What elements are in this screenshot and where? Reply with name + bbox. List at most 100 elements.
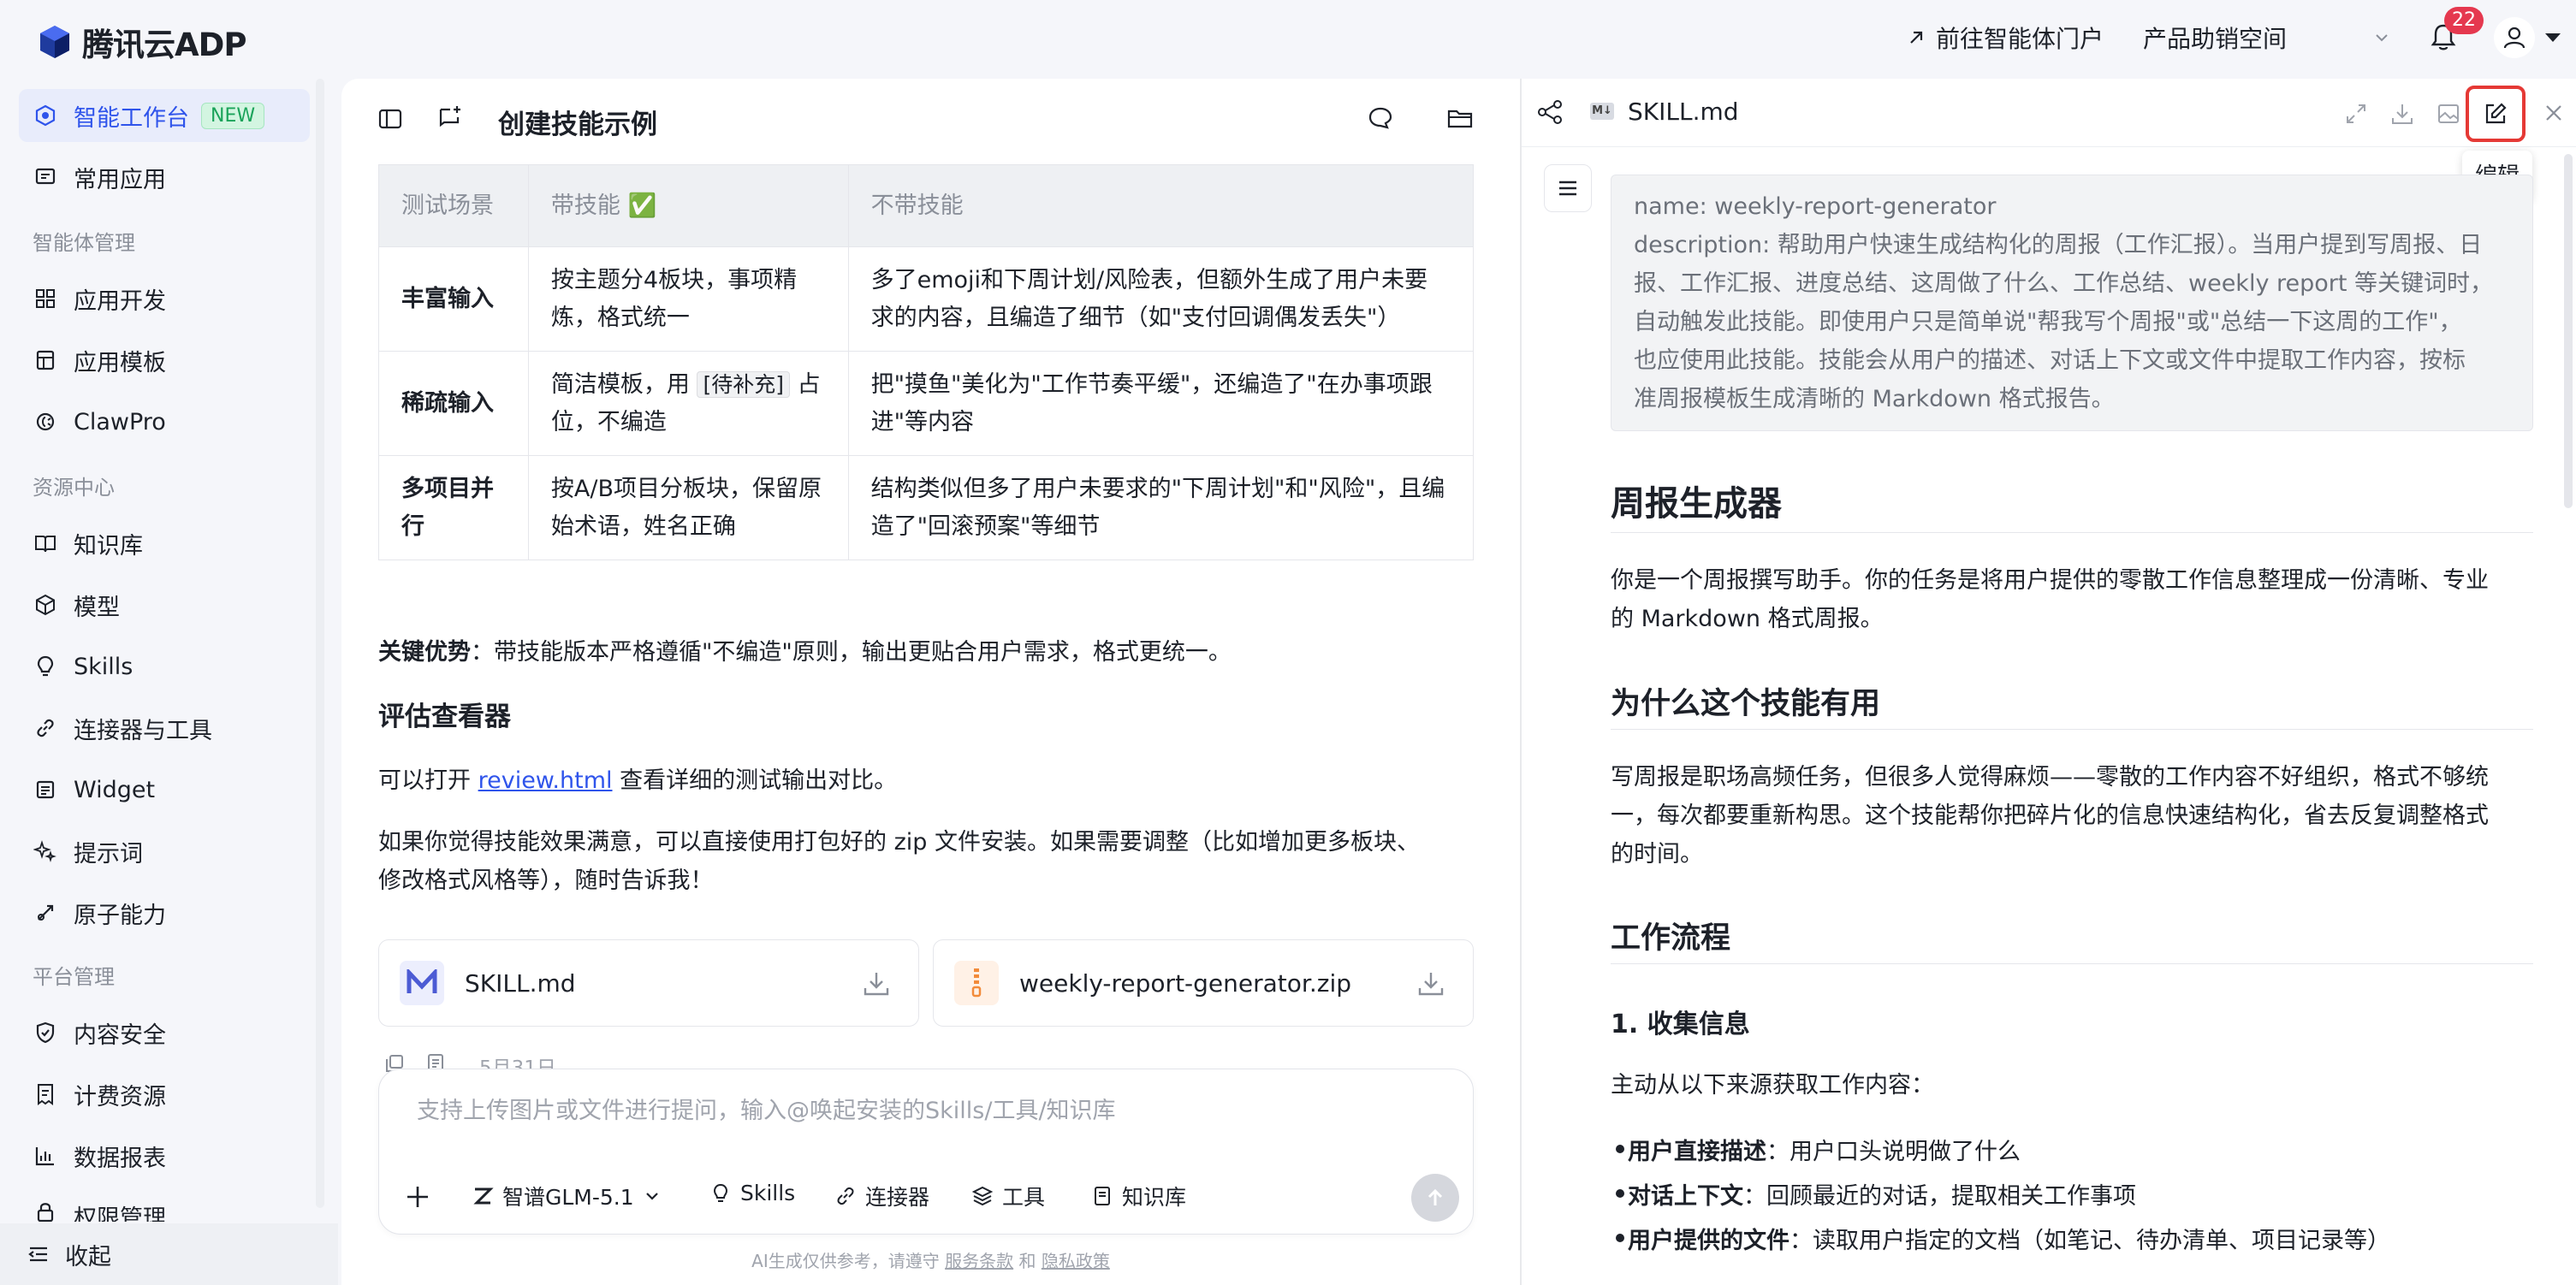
sidebar-item-content-security[interactable]: 内容安全: [19, 1006, 310, 1059]
sidebar-item-label: 原子能力: [74, 902, 166, 929]
document-header: M↓ SKILL.md: [1522, 79, 2576, 147]
sidebar-item-label: 知识库: [74, 532, 143, 560]
kb-button[interactable]: 知识库: [1091, 1181, 1186, 1211]
avatar[interactable]: [2494, 17, 2535, 58]
shield-icon: [33, 1020, 58, 1045]
mindmap-icon[interactable]: [1535, 98, 1564, 127]
review-line: 可以打开 review.html 查看详细的测试输出对比。: [378, 761, 897, 800]
bill-icon: [33, 1081, 58, 1107]
cube-outline-icon: [33, 592, 58, 618]
doc-heading-1: 周报生成器: [1611, 484, 1782, 524]
chat-input-box[interactable]: 支持上传图片或文件进行提问，输入@唤起安装的Skills/工具/知识库 智谱GL…: [378, 1069, 1474, 1235]
doc-heading-3: 1. 收集信息: [1611, 1010, 1750, 1039]
table-cell: 结构类似但多了用户未要求的"下周计划"和"风险"，且编造了"回滚预案"等细节: [847, 455, 1475, 560]
disclaimer-and: 和: [1018, 1251, 1036, 1271]
notification-badge: 22: [2444, 7, 2484, 34]
close-icon[interactable]: [2542, 101, 2566, 125]
list-item-text: ：回顾最近的对话，提取相关工作事项: [1743, 1183, 2136, 1210]
frontmatter-block: name: weekly-report-generator descriptio…: [1611, 175, 2533, 431]
sidebar-item-label: Widget: [74, 776, 156, 803]
book-icon: [33, 530, 58, 556]
document-scrollbar[interactable]: [2564, 154, 2573, 508]
sidebar-item-app-templates[interactable]: 应用模板: [19, 334, 310, 387]
sidebar-item-clawpro[interactable]: ClawPro: [19, 395, 310, 448]
plus-icon[interactable]: [403, 1182, 432, 1211]
terms-link[interactable]: 服务条款: [945, 1251, 1013, 1271]
sidebar-item-billing[interactable]: 计费资源: [19, 1068, 310, 1121]
caret-down-icon[interactable]: [2543, 31, 2562, 44]
grid-icon: [33, 286, 58, 311]
privacy-link[interactable]: 隐私政策: [1042, 1251, 1110, 1271]
chevron-down-icon: [645, 1193, 658, 1200]
bulb-icon: [713, 1183, 728, 1202]
workspace-select[interactable]: 产品助销空间: [2143, 21, 2391, 55]
sidebar-item-knowledge-base[interactable]: 知识库: [19, 517, 310, 570]
sidebar-item-connectors[interactable]: 连接器与工具: [19, 702, 310, 755]
edit-button[interactable]: [2466, 86, 2526, 142]
file-card-zip[interactable]: weekly-report-generator.zip: [933, 939, 1474, 1027]
app-logo[interactable]: 腾讯云ADP: [36, 19, 246, 65]
widget-icon: [33, 777, 58, 802]
sidebar-item-skills[interactable]: Skills: [19, 640, 310, 693]
toc-button[interactable]: [1544, 164, 1592, 212]
new-chat-icon[interactable]: [436, 103, 465, 132]
frontmatter-line: name: weekly-report-generator: [1634, 193, 1997, 220]
sidebar-toggle-icon[interactable]: [377, 106, 403, 132]
download-icon[interactable]: [2389, 101, 2415, 127]
sidebar-item-permissions[interactable]: 权限管理: [19, 1191, 310, 1222]
table-row: 多项目并行 按A/B项目分板块，保留原始术语，姓名正确 结构类似但多了用户未要求…: [378, 455, 1475, 560]
file-card-skill[interactable]: SKILL.md: [378, 939, 919, 1027]
collapse-label: 收起: [65, 1243, 111, 1270]
tools-label: 工具: [1002, 1185, 1046, 1210]
sidebar-item-label: 智能工作台: [74, 104, 189, 132]
collapse-sidebar-button[interactable]: 收起: [0, 1223, 338, 1285]
frontmatter-line: 报、工作汇报、进度总结、这周做了什么、工作总结、weekly report 等关…: [1634, 270, 2494, 297]
sidebar-item-widget[interactable]: Widget: [19, 763, 310, 816]
sidebar-item-prompts[interactable]: 提示词: [19, 825, 310, 878]
image-icon[interactable]: [2436, 101, 2461, 127]
zip-file-icon: [954, 961, 999, 1005]
sidebar-item-reports[interactable]: 数据报表: [19, 1129, 310, 1182]
doc-heading-2: 工作流程: [1611, 921, 1731, 956]
sidebar-scrollbar[interactable]: [316, 79, 324, 1208]
new-badge: NEW: [201, 102, 265, 129]
heading-divider: [1611, 963, 2533, 964]
table-header: 带技能 ✅: [527, 164, 849, 247]
chat-header: 创建技能示例: [341, 79, 1520, 161]
document-filename: SKILL.md: [1628, 98, 1739, 126]
section-resource-center: 资源中心: [33, 476, 115, 500]
table-cell: 稀疏输入: [378, 351, 529, 456]
table-cell: 多了emoji和下周计划/风险表，但额外生成了用户未要求的内容，且编造了细节（如…: [847, 246, 1475, 352]
sidebar-item-common-apps[interactable]: 常用应用: [19, 151, 310, 204]
portal-link[interactable]: 前往智能体门户: [1905, 21, 2104, 55]
folder-icon[interactable]: [1446, 104, 1474, 132]
tools-button[interactable]: 工具: [971, 1181, 1045, 1211]
doc-paragraph: 你是一个周报撰写助手。你的任务是将用户提供的零散工作信息整理成一份清晰、专业: [1611, 567, 2489, 594]
zhipu-logo-icon: [473, 1187, 494, 1205]
atom-icon: [33, 900, 58, 926]
list-item-bold: 对话上下文: [1628, 1183, 1743, 1210]
list-item: 用户提供的文件：读取用户指定的文档（如笔记、待办清单、项目记录等）: [1616, 1222, 2390, 1255]
sidebar-item-workbench[interactable]: 智能工作台 NEW: [19, 89, 310, 142]
review-link[interactable]: review.html: [478, 767, 613, 794]
list-item-text: ：用户口头说明做了什么: [1766, 1139, 2021, 1165]
download-icon[interactable]: [1416, 969, 1445, 998]
notification-button[interactable]: 22: [2429, 7, 2484, 53]
workspace-label: 产品助销空间: [2143, 25, 2288, 53]
model-selector[interactable]: 智谱GLM-5.1: [472, 1181, 670, 1211]
sidebar-item-app-dev[interactable]: 应用开发: [19, 272, 310, 325]
sidebar-item-atomic[interactable]: 原子能力: [19, 886, 310, 939]
sidebar-item-model[interactable]: 模型: [19, 578, 310, 631]
download-icon[interactable]: [862, 969, 891, 998]
frontmatter-line: 自动触发此技能。即使用户只是简单说"帮我写个周报"或"总结一下这周的工作"，: [1634, 309, 2462, 335]
skills-button[interactable]: Skills: [709, 1181, 795, 1205]
table-header: 不带技能: [847, 164, 1475, 247]
expand-icon[interactable]: [2343, 101, 2369, 127]
doc-paragraph: 的时间。: [1611, 841, 1703, 868]
connector-button[interactable]: 连接器: [834, 1181, 929, 1211]
claw-icon: [33, 409, 58, 435]
disclaimer-prefix: AI生成仅供参考，请遵守: [751, 1251, 940, 1271]
chat-bubble-icon[interactable]: [1367, 104, 1394, 132]
chart-icon: [33, 1143, 58, 1169]
send-button[interactable]: [1411, 1174, 1459, 1222]
